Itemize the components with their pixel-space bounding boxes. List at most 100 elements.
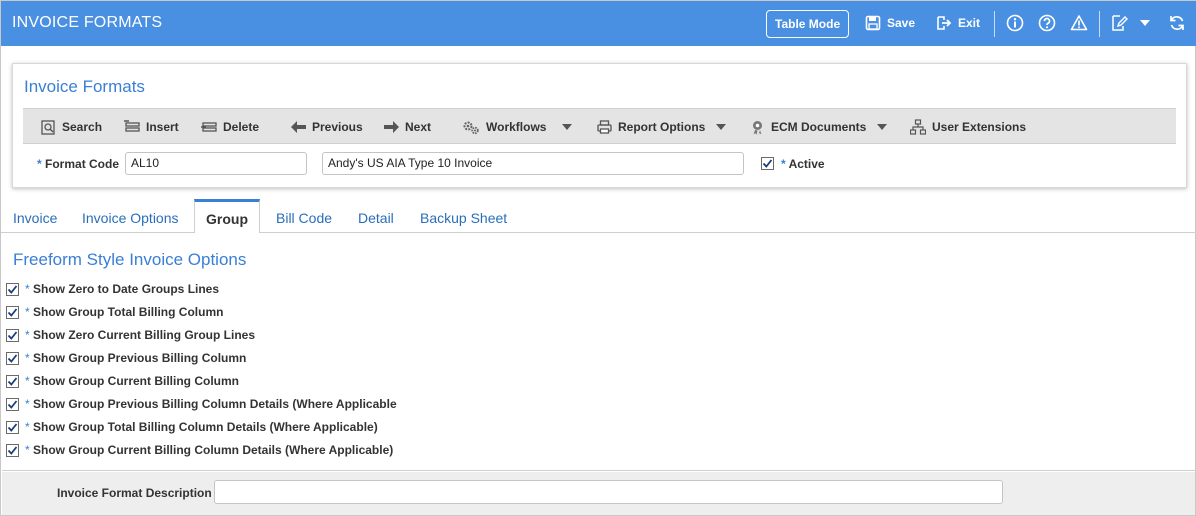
next-button[interactable]: Next xyxy=(384,118,431,136)
tab-invoice-options[interactable]: Invoice Options xyxy=(71,199,190,233)
save-label: Save xyxy=(887,16,916,30)
format-code-field[interactable]: AL10 xyxy=(125,152,307,175)
required-marker: * xyxy=(25,282,30,296)
option-label: Show Group Total Billing Column xyxy=(33,305,224,319)
option-label: Show Group Previous Billing Column Detai… xyxy=(33,397,397,411)
format-description-field[interactable]: Andy's US AIA Type 10 Invoice xyxy=(322,152,744,175)
page-title: Invoice Formats xyxy=(24,77,145,96)
option-label: Show Zero Current Billing Group Lines xyxy=(33,328,256,342)
app-header-bar: INVOICE FORMATS Table Mode Save Exit xyxy=(1,1,1196,46)
option-row-group-previous-billing-column: * Show Group Previous Billing Column xyxy=(6,349,246,367)
report-options-button[interactable]: Report Options xyxy=(597,118,705,136)
invoice-format-description-label: Invoice Format Description xyxy=(57,486,212,500)
option-checkbox[interactable] xyxy=(6,420,19,434)
arrow-right-icon xyxy=(384,121,399,133)
option-row-group-previous-billing-column-details: * Show Group Previous Billing Column Det… xyxy=(6,395,397,413)
workflows-dropdown-caret[interactable] xyxy=(562,124,572,130)
option-checkbox[interactable] xyxy=(6,282,19,296)
previous-button[interactable]: Previous xyxy=(291,118,363,136)
option-label: Show Group Current Billing Column Detail… xyxy=(33,443,394,457)
tab-backup-sheet[interactable]: Backup Sheet xyxy=(409,199,518,233)
table-mode-button[interactable]: Table Mode xyxy=(766,10,850,38)
user-extensions-button[interactable]: User Extensions xyxy=(910,118,1026,136)
required-marker: * xyxy=(25,443,30,457)
option-checkbox[interactable] xyxy=(6,328,19,342)
required-marker: * xyxy=(25,351,30,365)
delete-label: Delete xyxy=(223,120,260,134)
window-title: INVOICE FORMATS xyxy=(12,14,163,31)
required-marker: * xyxy=(25,374,30,388)
checkmark-icon xyxy=(762,159,773,168)
user-extensions-label: User Extensions xyxy=(932,120,1027,134)
toolbar-divider xyxy=(994,11,995,37)
required-marker: * xyxy=(25,420,30,434)
active-label-text: Active xyxy=(788,157,825,171)
checkmark-icon xyxy=(7,376,18,386)
refresh-icon[interactable] xyxy=(1167,13,1187,33)
ecm-documents-icon xyxy=(753,120,762,135)
workflows-button[interactable]: Workflows xyxy=(462,118,546,136)
checkmark-icon xyxy=(7,330,18,340)
checkmark-icon xyxy=(7,353,18,363)
checkmark-icon xyxy=(7,399,18,409)
option-row-group-current-billing-column-details: * Show Group Current Billing Column Deta… xyxy=(6,441,393,459)
option-label: Show Zero to Date Groups Lines xyxy=(33,282,220,296)
save-icon xyxy=(865,15,881,31)
help-icon[interactable] xyxy=(1037,13,1057,33)
option-row-group-total-billing-column: * Show Group Total Billing Column xyxy=(6,303,223,321)
option-checkbox[interactable] xyxy=(6,305,19,319)
footer-panel: Invoice Format Description xyxy=(2,472,1195,515)
tab-group[interactable]: Group xyxy=(194,199,260,234)
required-marker: * xyxy=(25,305,30,319)
tab-invoice[interactable]: Invoice xyxy=(2,199,68,233)
workflows-label: Workflows xyxy=(486,120,547,134)
previous-label: Previous xyxy=(312,120,363,134)
checkmark-icon xyxy=(7,284,18,294)
report-options-label: Report Options xyxy=(618,120,706,134)
tab-bar: Invoice Invoice Options Group Bill Code … xyxy=(1,199,1196,234)
chevron-down-icon[interactable] xyxy=(1135,13,1155,33)
exit-label: Exit xyxy=(958,16,981,30)
invoice-format-description-field[interactable] xyxy=(214,480,1003,504)
checkmark-icon xyxy=(7,307,18,317)
active-checkbox[interactable] xyxy=(761,157,774,170)
option-label: Show Group Previous Billing Column xyxy=(33,351,247,365)
edit-icon[interactable] xyxy=(1109,13,1129,33)
delete-button[interactable]: Delete xyxy=(201,118,259,136)
option-checkbox[interactable] xyxy=(6,374,19,388)
option-checkbox[interactable] xyxy=(6,443,19,457)
option-row-group-total-billing-column-details: * Show Group Total Billing Column Detail… xyxy=(6,418,378,436)
next-label: Next xyxy=(405,120,432,134)
insert-button[interactable]: Insert xyxy=(124,118,179,136)
ecm-documents-button[interactable]: ECM Documents xyxy=(750,118,866,136)
section-title: Freeform Style Invoice Options xyxy=(13,250,247,269)
exit-button[interactable]: Exit xyxy=(936,13,980,33)
ecm-documents-dropdown-caret[interactable] xyxy=(877,124,887,130)
record-toolbar: Search Insert Delete Previous Next Workf… xyxy=(23,108,1176,144)
save-button[interactable]: Save xyxy=(865,13,915,33)
insert-icon xyxy=(124,120,140,132)
option-row-zero-to-date-groups-lines: * Show Zero to Date Groups Lines xyxy=(6,280,219,298)
tab-bill-code[interactable]: Bill Code xyxy=(265,199,343,233)
tab-detail[interactable]: Detail xyxy=(347,199,405,233)
delete-icon xyxy=(201,122,217,132)
search-button[interactable]: Search xyxy=(41,118,102,136)
checkmark-icon xyxy=(7,422,18,432)
option-label: Show Group Current Billing Column xyxy=(33,374,240,388)
insert-label: Insert xyxy=(146,120,179,134)
format-code-label-text: Format Code xyxy=(45,157,120,171)
active-label: * Active xyxy=(781,157,825,171)
option-label: Show Group Total Billing Column Details … xyxy=(33,420,378,434)
search-icon xyxy=(41,119,55,135)
gears-icon xyxy=(463,121,479,134)
warning-icon[interactable] xyxy=(1069,13,1089,33)
option-checkbox[interactable] xyxy=(6,351,19,365)
invoice-formats-header-card: Invoice Formats Search Insert Delete Pre… xyxy=(12,63,1187,188)
option-checkbox[interactable] xyxy=(6,397,19,411)
info-icon[interactable] xyxy=(1005,13,1025,33)
report-options-dropdown-caret[interactable] xyxy=(716,124,726,130)
required-marker: * xyxy=(781,157,786,171)
arrow-left-icon xyxy=(291,121,306,133)
format-code-label: * Format Code xyxy=(37,157,119,171)
search-label: Search xyxy=(62,120,103,134)
